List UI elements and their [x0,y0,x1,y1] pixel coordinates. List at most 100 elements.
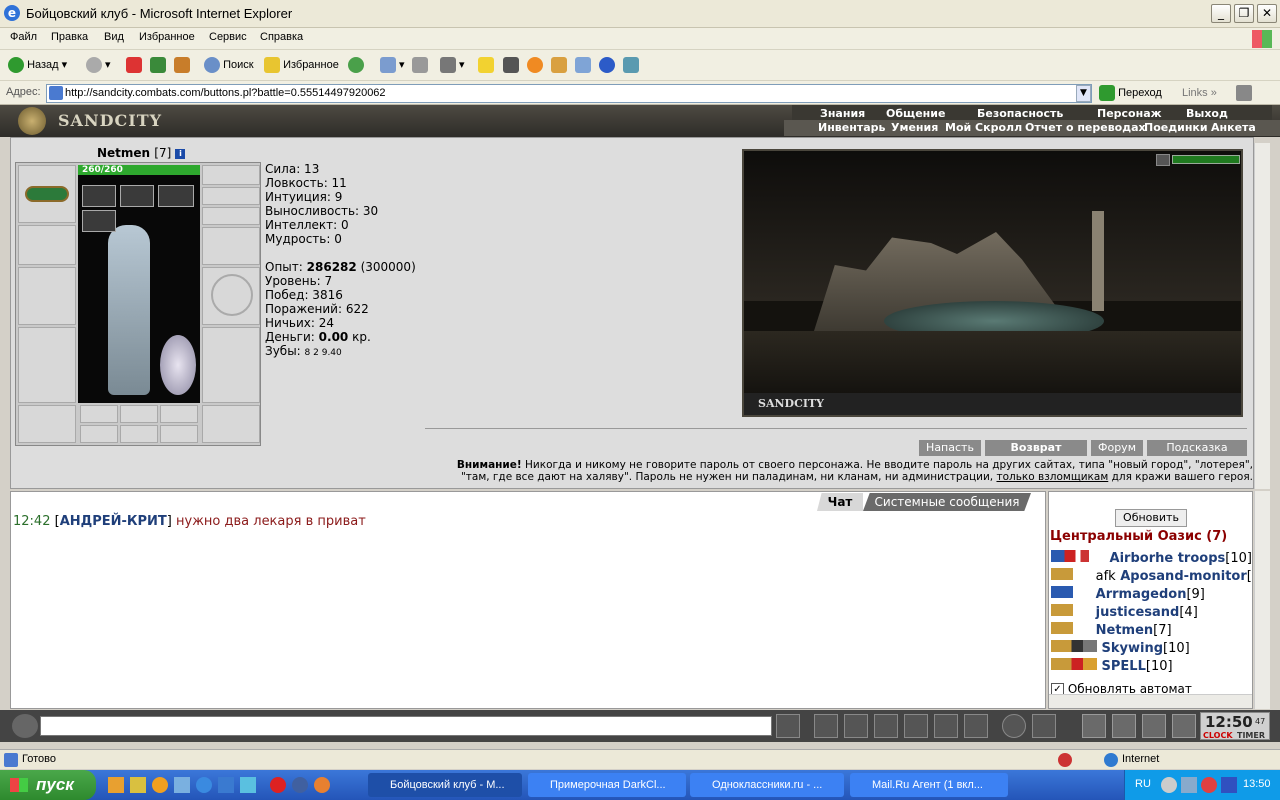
quicklaunch-icon-1[interactable] [108,777,124,793]
bag-icon[interactable] [1082,714,1106,738]
sound-icon[interactable] [964,714,988,738]
translit-icon[interactable] [934,714,958,738]
bracers-slot[interactable] [18,225,76,265]
rune-slot-2[interactable] [120,185,154,207]
quicklaunch-icon-5[interactable] [196,777,212,793]
earring-slot[interactable] [202,165,260,185]
quicklaunch-icon-8[interactable] [270,777,286,793]
minimize-button[interactable]: _ [1211,4,1231,23]
weapon-slot[interactable] [18,267,76,325]
refresh-button[interactable] [150,56,166,74]
bluetooth-button[interactable] [599,56,615,74]
online-user[interactable]: afk Aposand-monitor[4 [1051,568,1252,584]
tool-button-1[interactable] [503,56,519,74]
online-user[interactable]: Skywing[10] [1051,640,1190,656]
online-user[interactable]: Netmen[7] [1051,622,1172,638]
home-button[interactable] [174,56,190,74]
shield-slot[interactable] [202,267,260,325]
quicklaunch-icon-2[interactable] [130,777,146,793]
nav-fights[interactable]: Поединки [1144,121,1208,134]
favorites-button[interactable]: Избранное [264,56,339,74]
quicklaunch-icon-9[interactable] [292,777,308,793]
language-indicator[interactable]: RU [1135,778,1151,790]
nav-skills[interactable]: Умения [891,121,938,134]
blocked-icon[interactable] [1058,753,1072,767]
online-user[interactable]: Airborhe troops[10] [1051,550,1252,566]
task-combats[interactable]: Бойцовский клуб - M... [368,773,522,797]
belt-slot[interactable] [18,405,76,443]
addon-button[interactable] [623,56,639,74]
stop-button[interactable] [126,56,142,74]
history-button[interactable] [348,56,364,74]
mail-button[interactable]: ▾ [380,56,405,74]
pocket-slot-1[interactable] [80,405,118,423]
tray-icon-3[interactable] [1201,777,1217,793]
nav-security[interactable]: Безопасность [977,107,1063,120]
menu-favorites[interactable]: Избранное [139,31,195,43]
clear-icon[interactable] [814,714,838,738]
scroll-slot-3[interactable] [160,425,198,443]
nav-my-scroll[interactable]: Мой Скролл [945,121,1022,134]
tab-system-messages[interactable]: Системные сообщения [863,493,1031,511]
nav-transfers[interactable]: Отчет о переводах [1025,121,1146,134]
character-name[interactable]: Netmen [7] i [97,146,186,160]
fighters-icon[interactable] [1112,714,1136,738]
menu-view[interactable]: Вид [104,31,124,43]
address-dropdown-button[interactable]: ▼ [1076,85,1091,102]
online-user[interactable]: SPELL[10] [1051,658,1173,674]
task-mailru-agent[interactable]: Mail.Ru Агент (1 вкл... [850,773,1008,797]
scroll-slot-1[interactable] [80,425,118,443]
nav-profile[interactable]: Анкета [1211,121,1256,134]
info-icon[interactable]: i [175,148,186,159]
task-darkclub[interactable]: Примерочная DarkCl... [528,773,686,797]
tray-icon-2[interactable] [1181,777,1197,793]
refresh-button[interactable]: Обновить [1115,509,1187,527]
helmet-slot[interactable] [18,165,76,223]
links-label[interactable]: Links » [1182,87,1217,99]
rings-slot[interactable] [202,207,260,225]
walk-icon[interactable] [904,714,928,738]
chat-mode-icon[interactable] [12,714,38,738]
edit-button[interactable]: ▾ [440,56,465,74]
filter-icon[interactable] [844,714,868,738]
online-vscroll[interactable] [1254,491,1270,709]
chat-input[interactable] [40,716,772,736]
nav-exit[interactable]: Выход [1186,107,1228,120]
exit-icon[interactable] [1172,714,1196,738]
online-user[interactable]: Arrmagedon[9] [1051,586,1205,602]
start-button[interactable]: пуск [0,770,96,800]
gloves-slot[interactable] [202,227,260,265]
close-button[interactable]: ✕ [1257,4,1277,23]
amulet-slot[interactable] [202,187,260,205]
pocket-slot-3[interactable] [160,405,198,423]
print-button[interactable] [412,56,428,74]
menu-edit[interactable]: Правка [51,31,88,43]
armor-slot[interactable] [18,327,76,403]
return-button[interactable]: Возврат [985,440,1087,456]
music-icon[interactable] [1156,154,1170,166]
links-addon-icon[interactable] [1236,85,1252,101]
go-button[interactable]: Переход [1099,85,1162,102]
quicklaunch-icon-10[interactable] [314,777,330,793]
online-hscroll[interactable] [1049,694,1252,708]
save-icon[interactable] [874,714,898,738]
maximize-button[interactable]: ❐ [1234,4,1254,23]
rune-slot-1[interactable] [82,185,116,207]
quicklaunch-icon-6[interactable] [218,777,234,793]
main-scrollbar[interactable] [1254,143,1270,489]
online-user[interactable]: justicesand[4] [1051,604,1198,620]
tray-icon-4[interactable] [1221,777,1237,793]
smiley-icon[interactable] [1002,714,1026,738]
nav-knowledge[interactable]: Знания [820,107,865,120]
warning-link[interactable]: только взломщикам [996,471,1108,483]
quicklaunch-icon-4[interactable] [174,777,190,793]
notes-button[interactable] [478,56,494,74]
hint-button[interactable]: Подсказка [1147,440,1247,456]
location-scene[interactable]: SANDCITY [742,149,1243,417]
search-button[interactable]: Поиск [204,56,254,74]
nav-inventory[interactable]: Инвентарь [818,121,885,134]
back-button[interactable]: Назад ▾ [8,56,67,74]
forum-button[interactable]: Форум [1091,440,1143,456]
nav-communication[interactable]: Общение [886,107,945,120]
quicklaunch-icon-3[interactable] [152,777,168,793]
